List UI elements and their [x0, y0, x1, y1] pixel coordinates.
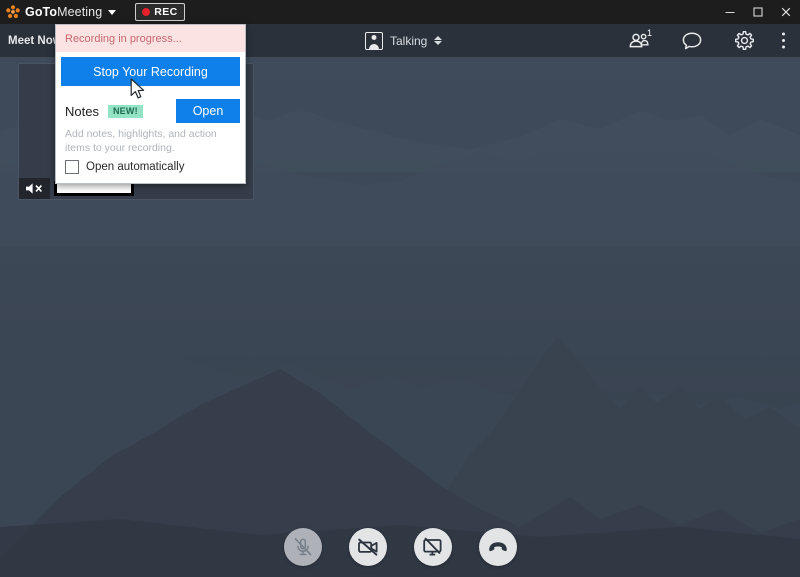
- brand-menu[interactable]: GoToMeeting: [0, 0, 117, 24]
- brand-title: GoToMeeting: [25, 5, 102, 19]
- gotomeeting-logo-icon: [6, 5, 20, 19]
- window-controls: [716, 0, 800, 24]
- leave-meeting-button[interactable]: [478, 528, 517, 566]
- meeting-controls-bar: [0, 517, 800, 577]
- open-automatically-row[interactable]: Open automatically: [56, 155, 245, 183]
- new-badge: NEW!: [107, 104, 143, 118]
- minimize-icon: [725, 12, 735, 13]
- chat-button[interactable]: [666, 24, 718, 57]
- stop-recording-label: Stop Your Recording: [93, 64, 208, 79]
- participants-button[interactable]: 1: [614, 24, 666, 57]
- recording-status-text: Recording in progress...: [65, 32, 182, 45]
- chevron-down-icon[interactable]: [108, 9, 117, 15]
- brand-bold: GoTo: [25, 5, 58, 19]
- microphone-button[interactable]: [283, 528, 322, 566]
- minimize-button[interactable]: [716, 0, 744, 24]
- gear-icon: [734, 31, 754, 50]
- microphone-muted-icon: [294, 538, 311, 556]
- notes-title: Notes: [65, 103, 99, 119]
- speaker-person-icon: [365, 31, 383, 50]
- close-icon: [781, 7, 791, 17]
- speaker-mute-icon: [26, 183, 42, 194]
- camera-button[interactable]: [348, 528, 387, 566]
- muted-speaker-indicator: [19, 178, 50, 199]
- participants-count: 1: [647, 28, 653, 38]
- brand-light: Meeting: [57, 5, 103, 19]
- maximize-button[interactable]: [744, 0, 772, 24]
- hangup-phone-icon: [488, 542, 507, 552]
- talking-selector[interactable]: Talking: [365, 31, 443, 50]
- talking-label: Talking: [390, 33, 428, 48]
- notes-row: Notes NEW! Open: [56, 99, 245, 123]
- more-options-button[interactable]: [770, 24, 796, 57]
- close-button[interactable]: [772, 0, 800, 24]
- kebab-menu-icon: [781, 32, 785, 49]
- screen-share-off-icon: [423, 537, 442, 556]
- recording-popup: Recording in progress... Stop Your Recor…: [55, 24, 246, 185]
- chat-bubble-icon: [682, 31, 702, 49]
- rec-label: REC: [154, 6, 178, 18]
- open-automatically-checkbox[interactable]: [65, 160, 79, 175]
- notes-description: Add notes, highlights, and action items …: [65, 128, 217, 155]
- stop-recording-button[interactable]: Stop Your Recording: [61, 57, 240, 86]
- maximize-icon: [753, 7, 763, 17]
- open-notes-label: Open: [192, 104, 224, 118]
- open-automatically-label: Open automatically: [86, 161, 185, 174]
- camera-off-icon: [357, 538, 377, 556]
- title-bar: GoToMeeting REC: [0, 0, 800, 24]
- recording-badge[interactable]: REC: [135, 3, 185, 21]
- meet-now-button[interactable]: Meet Now: [0, 35, 62, 47]
- recording-status-banner: Recording in progress...: [56, 25, 245, 52]
- open-notes-button[interactable]: Open: [176, 99, 240, 123]
- chevron-updown-icon[interactable]: [434, 36, 443, 45]
- gotomeeting-window: GoToMeeting REC Meet Now Talking 1 Recor…: [0, 0, 800, 577]
- screenshare-button[interactable]: [413, 528, 452, 566]
- toolbar-actions: 1: [614, 24, 796, 57]
- settings-button[interactable]: [718, 24, 770, 57]
- record-dot-icon: [142, 8, 151, 16]
